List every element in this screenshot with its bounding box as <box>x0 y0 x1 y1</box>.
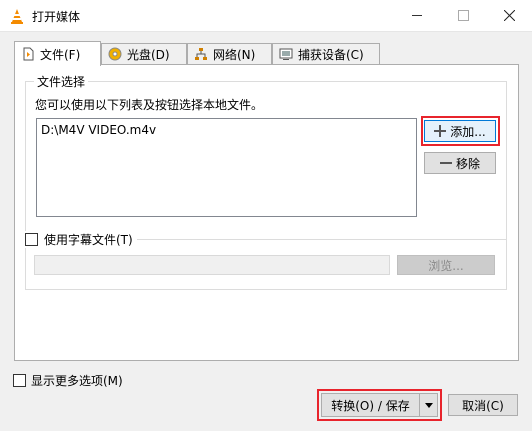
convert-dropdown-button[interactable] <box>419 393 438 417</box>
cancel-button[interactable]: 取消(C) <box>448 394 518 416</box>
disc-icon <box>108 47 122 61</box>
file-tab-panel: 文件选择 您可以使用以下列表及按钮选择本地文件。 D:\M4V VIDEO.m4… <box>14 64 519 361</box>
convert-save-button[interactable]: 转换(O) / 保存 <box>321 393 419 417</box>
tab-capture[interactable]: 捕获设备(C) <box>272 43 380 64</box>
subtitle-checkbox-row[interactable]: 使用字幕文件(T) <box>25 231 137 248</box>
maximize-icon <box>457 9 469 21</box>
close-icon <box>503 9 515 21</box>
tab-file-label: 文件(F) <box>40 47 81 62</box>
tab-network[interactable]: 网络(N) <box>187 43 272 64</box>
maximize-button[interactable] <box>440 0 486 30</box>
add-button[interactable]: 添加... <box>424 120 496 142</box>
tab-network-label: 网络(N) <box>213 47 256 62</box>
more-options-row[interactable]: 显示更多选项(M) <box>13 372 123 389</box>
browse-button: 浏览... <box>397 255 495 275</box>
title-bar: 打开媒体 <box>0 0 532 32</box>
file-selection-legend: 文件选择 <box>34 73 89 90</box>
capture-icon <box>279 48 293 60</box>
tab-file[interactable]: 文件(F) <box>14 41 101 66</box>
remove-button[interactable]: 移除 <box>424 152 496 174</box>
browse-button-label: 浏览... <box>428 258 464 273</box>
add-button-label: 添加... <box>450 124 486 139</box>
chevron-down-icon <box>424 402 433 408</box>
tab-disc-label: 光盘(D) <box>127 47 170 62</box>
file-list[interactable]: D:\M4V VIDEO.m4v <box>36 118 417 217</box>
convert-save-split-button: 转换(O) / 保存 <box>321 393 438 417</box>
tab-disc[interactable]: 光盘(D) <box>101 43 187 64</box>
vlc-cone-icon <box>11 9 23 24</box>
plus-icon <box>434 125 447 137</box>
more-options-checkbox[interactable] <box>13 374 26 387</box>
more-options-label[interactable]: 显示更多选项(M) <box>31 372 123 389</box>
remove-button-label: 移除 <box>455 156 480 171</box>
convert-save-label: 转换(O) / 保存 <box>331 398 410 413</box>
file-selection-hint: 您可以使用以下列表及按钮选择本地文件。 <box>35 98 264 112</box>
close-button[interactable] <box>486 0 532 30</box>
network-icon <box>195 48 207 60</box>
minimize-button[interactable] <box>394 0 440 30</box>
window-title: 打开媒体 <box>32 10 81 24</box>
subtitle-checkbox-label[interactable]: 使用字幕文件(T) <box>44 231 133 248</box>
file-icon <box>23 47 34 61</box>
subtitle-checkbox[interactable] <box>25 233 38 246</box>
list-item[interactable]: D:\M4V VIDEO.m4v <box>41 123 156 137</box>
tab-capture-label: 捕获设备(C) <box>298 47 364 62</box>
subtitle-file-input <box>34 255 390 275</box>
minus-icon <box>439 162 452 164</box>
minimize-icon <box>412 14 422 16</box>
cancel-button-label: 取消(C) <box>462 398 504 413</box>
